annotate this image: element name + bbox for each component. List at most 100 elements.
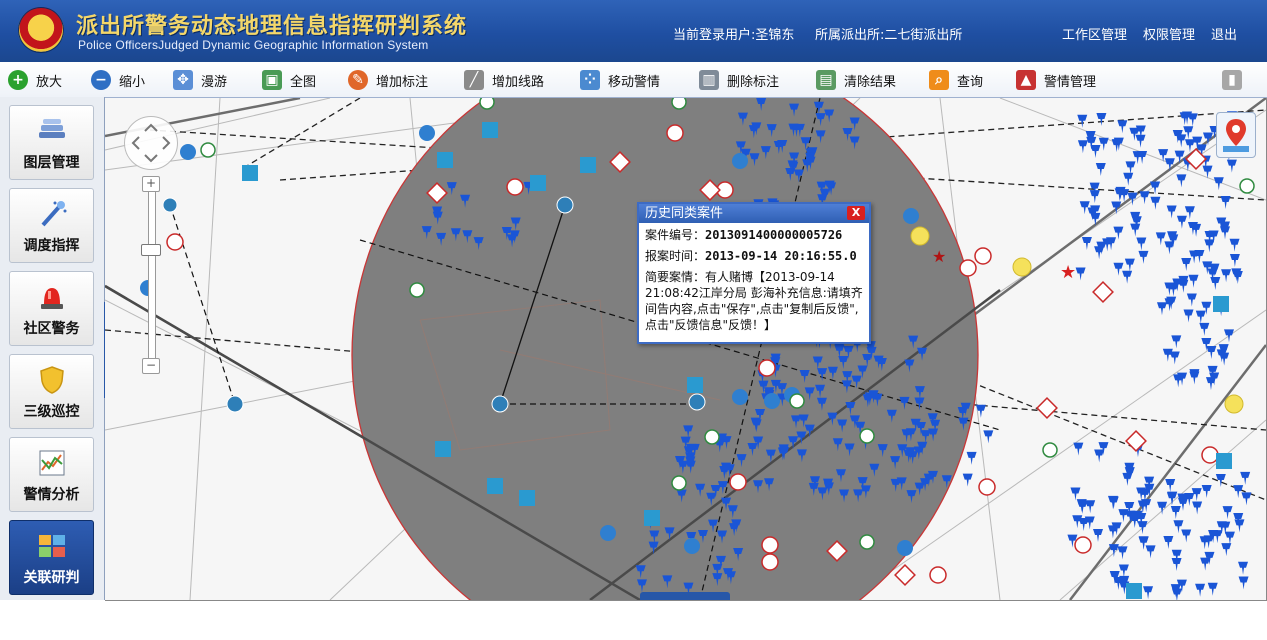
function-sidebar: 图层管理 调度指挥 社区警务 三级巡控 警情分析 关联研判 xyxy=(0,97,105,600)
police-pin-icon xyxy=(1201,484,1212,498)
yellow-alert-marker xyxy=(1224,394,1244,414)
park-icon xyxy=(671,475,687,491)
school-icon xyxy=(435,441,451,457)
school-icon xyxy=(1213,296,1229,312)
police-pin-icon xyxy=(1207,582,1218,596)
current-user-label: 当前登录用户:圣锦东 xyxy=(673,28,795,43)
school-icon xyxy=(1216,453,1232,469)
sidebar-item-community[interactable]: 社区警务 xyxy=(9,271,94,346)
police-pin-icon xyxy=(1094,449,1105,463)
police-pin-icon xyxy=(1090,144,1101,158)
police-pin-icon xyxy=(1070,487,1081,501)
park-icon xyxy=(859,428,875,444)
hospital-icon xyxy=(1125,430,1147,452)
fire-station-icon xyxy=(974,247,992,265)
tool-zoom-out[interactable]: − 缩小 xyxy=(91,68,145,92)
permission-link[interactable]: 权限管理 xyxy=(1143,24,1195,43)
zoom-slider-track[interactable] xyxy=(148,176,156,374)
police-pin-icon xyxy=(1170,506,1181,520)
popup-title: 历史同类案件 xyxy=(639,204,869,223)
police-pin-icon xyxy=(1150,196,1161,210)
logout-link[interactable]: 退出 xyxy=(1211,24,1237,43)
sidebar-item-patrol[interactable]: 三级巡控 xyxy=(9,354,94,429)
tool-move-alert[interactable]: ⁘ 移动警情 xyxy=(580,68,660,92)
case-info-popup: 历史同类案件 X 案件编号：2013091400000005726 报案时间：2… xyxy=(637,202,871,344)
zoom-in-button[interactable]: + xyxy=(142,176,160,192)
fire-station-icon xyxy=(761,536,779,554)
police-pin-icon xyxy=(1183,309,1194,323)
sidebar-item-dispatch[interactable]: 调度指挥 xyxy=(9,188,94,263)
shield-icon xyxy=(39,366,64,394)
police-pin-icon xyxy=(1200,557,1211,571)
bottom-panel-tab[interactable] xyxy=(640,592,730,600)
tool-delete-marker[interactable]: ▥ 删除标注 xyxy=(699,68,779,92)
map-canvas[interactable]: ★ ★ + − 历史同类案件 X 案件编号：201309140000000572… xyxy=(105,98,1267,601)
report-time-row: 报案时间：2013-09-14 20:16:55.0 xyxy=(639,248,869,265)
fire-station-icon xyxy=(959,259,977,277)
info-icon xyxy=(764,393,780,409)
police-pin-icon xyxy=(1123,172,1134,186)
school-icon xyxy=(580,157,596,173)
tool-pan[interactable]: ✥ 漫游 xyxy=(173,68,227,92)
police-pin-icon xyxy=(1176,174,1187,188)
case-number-label: 案件编号： xyxy=(645,228,706,242)
sidebar-item-label: 图层管理 xyxy=(23,155,80,171)
popup-close-button[interactable]: X xyxy=(847,206,865,220)
location-button[interactable] xyxy=(1216,112,1256,158)
map-pin-icon xyxy=(1223,119,1249,152)
police-pin-icon xyxy=(1221,269,1232,283)
sidebar-item-correlation[interactable]: 关联研判 xyxy=(9,520,94,595)
hospital-icon xyxy=(1092,281,1114,303)
yellow-alert-marker xyxy=(910,226,930,246)
sidebar-item-layers[interactable]: 图层管理 xyxy=(9,105,94,180)
correlation-icon xyxy=(38,535,65,557)
police-pin-icon xyxy=(1174,150,1185,164)
police-pin-icon xyxy=(1232,270,1243,284)
info-icon xyxy=(903,208,919,224)
police-pin-icon xyxy=(1093,529,1104,543)
school-icon xyxy=(519,490,535,506)
zoom-slider-thumb[interactable] xyxy=(141,244,161,256)
police-pin-icon xyxy=(1204,239,1215,253)
police-pin-icon xyxy=(1169,351,1180,365)
workspace-link[interactable]: 工作区管理 xyxy=(1062,24,1127,43)
tool-label: 漫游 xyxy=(201,74,228,90)
tool-label: 放大 xyxy=(36,74,63,90)
tool-clear-results[interactable]: ▤ 清除结果 xyxy=(816,68,896,92)
police-pin-icon xyxy=(1241,492,1252,506)
tool-search[interactable]: ⌕ 查询 xyxy=(929,68,983,92)
police-pin-icon xyxy=(1165,479,1176,493)
search-icon: ⌕ xyxy=(929,70,949,90)
school-icon xyxy=(482,122,498,138)
police-pin-icon xyxy=(1117,120,1128,134)
police-pin-icon xyxy=(1229,253,1240,267)
zoom-out-button[interactable]: − xyxy=(142,358,160,374)
yellow-alert-marker xyxy=(1012,257,1032,277)
case-number-value: 2013091400000005726 xyxy=(705,228,843,242)
police-pin-icon xyxy=(1108,544,1119,558)
tool-lock[interactable]: ▮ xyxy=(1222,68,1242,92)
tool-alert-management[interactable]: ▲ 警情管理 xyxy=(1016,68,1096,92)
tool-zoom-in[interactable]: + 放大 xyxy=(8,68,62,92)
sidebar-item-analysis[interactable]: 警情分析 xyxy=(9,437,94,512)
tool-full-map[interactable]: ▣ 全图 xyxy=(262,68,316,92)
info-icon xyxy=(419,125,435,141)
police-pin-icon xyxy=(1229,238,1240,252)
police-pin-icon xyxy=(1125,161,1136,175)
sidebar-item-label: 关联研判 xyxy=(23,570,80,586)
school-icon xyxy=(687,377,703,393)
school-icon xyxy=(1126,583,1142,599)
siren-icon xyxy=(40,288,63,309)
zoom-out-icon: − xyxy=(91,70,111,90)
pan-control[interactable] xyxy=(124,116,178,170)
move-alert-icon: ⁘ xyxy=(580,70,600,90)
tool-add-route[interactable]: ╱ 增加线路 xyxy=(464,68,544,92)
pan-icon: ✥ xyxy=(173,70,193,90)
app-header: 派出所警务动态地理信息指挥研判系统 Police OfficersJudged … xyxy=(0,0,1267,62)
tool-add-marker[interactable]: ✎ 增加标注 xyxy=(348,68,428,92)
full-map-icon: ▣ xyxy=(262,70,282,90)
fire-station-icon xyxy=(166,233,184,251)
police-pin-icon xyxy=(1139,191,1150,205)
police-pin-icon xyxy=(1124,258,1135,272)
hospital-icon xyxy=(1036,397,1058,419)
